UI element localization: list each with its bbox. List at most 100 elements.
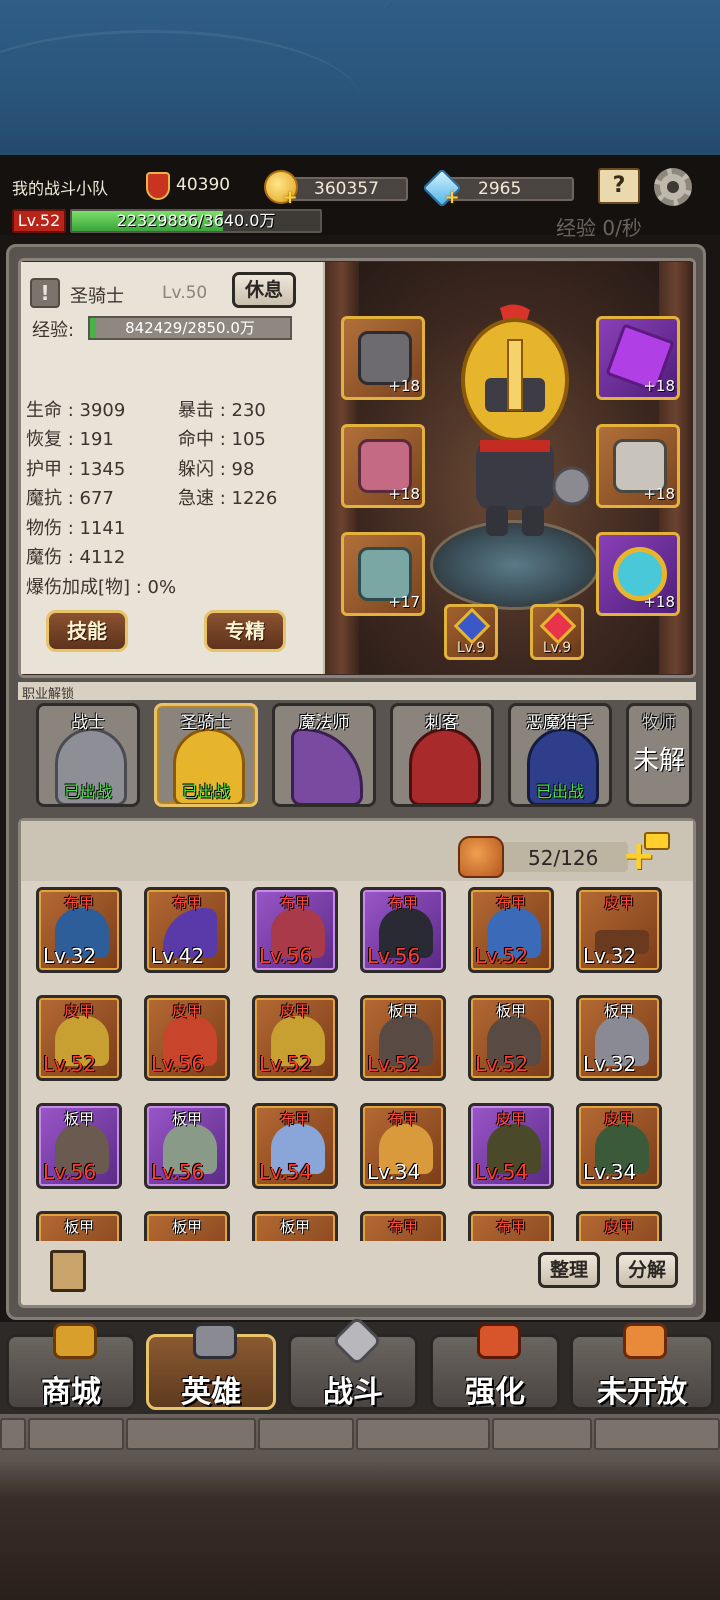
item-level: Lv.56 xyxy=(43,1160,97,1184)
class-name: 魔法师 xyxy=(298,713,350,733)
inventory-item[interactable]: 皮甲 Lv.56 xyxy=(144,995,230,1081)
item-level: Lv.56 xyxy=(151,1160,205,1184)
inventory-item[interactable]: 板甲 xyxy=(144,1211,230,1241)
card-book-icon[interactable] xyxy=(50,1250,86,1292)
talisman-slot[interactable]: +18 xyxy=(596,316,680,400)
item-type: 板甲 xyxy=(495,1002,526,1020)
rest-button[interactable]: 休息 xyxy=(232,272,296,308)
nav-battle-button[interactable]: 战斗 xyxy=(288,1315,418,1410)
add-gold-icon[interactable]: + xyxy=(282,189,298,207)
inventory-item[interactable]: 板甲 Lv.56 xyxy=(36,1103,122,1189)
nav-label: 强化 xyxy=(465,1375,525,1410)
item-type: 皮甲 xyxy=(279,1002,310,1020)
class-card-paladin[interactable]: 圣骑士 已出战 xyxy=(154,703,258,807)
nav-label: 战斗 xyxy=(323,1375,383,1410)
hero-exp-text: 842429/2850.0万 xyxy=(125,319,255,337)
hero-exp-bar: 842429/2850.0万 xyxy=(88,316,292,340)
stat-haste: 急速 : 1226 xyxy=(178,488,278,509)
inventory-item[interactable]: 板甲 Lv.52 xyxy=(360,995,446,1081)
inventory-item[interactable]: 皮甲 Lv.34 xyxy=(576,1103,662,1189)
nav-upgrade-button[interactable]: 强化 xyxy=(430,1323,560,1410)
item-level: Lv.52 xyxy=(475,944,529,968)
stat-crit-damage: 爆伤加成[物] : 0% xyxy=(26,577,177,598)
gem-value: 2965 xyxy=(478,179,522,199)
inventory-item[interactable]: 皮甲 xyxy=(576,1211,662,1241)
class-card-demon-hunter[interactable]: 恶魔猎手 已出战 xyxy=(508,703,612,807)
item-type: 布甲 xyxy=(279,1110,310,1128)
inventory-item[interactable]: 板甲 xyxy=(36,1211,122,1241)
hero-exp-label: 经验: xyxy=(32,320,75,341)
nav-locked-button[interactable]: 未开放 xyxy=(570,1323,714,1410)
inventory-item[interactable]: 皮甲 Lv.54 xyxy=(468,1103,554,1189)
inventory-item[interactable]: 布甲 xyxy=(468,1211,554,1241)
gear-icon[interactable] xyxy=(654,168,692,206)
skill-button[interactable]: 技能 xyxy=(46,610,128,652)
stat-regen: 恢复 : 191 xyxy=(26,429,114,450)
gem-slot-1[interactable]: Lv.9 xyxy=(444,604,498,660)
inventory-item[interactable]: 皮甲 Lv.32 xyxy=(576,887,662,973)
gem-slot-2[interactable]: Lv.9 xyxy=(530,604,584,660)
inventory-item[interactable]: 布甲 Lv.56 xyxy=(252,887,338,973)
brick-decoration xyxy=(0,1418,26,1450)
help-book-icon[interactable]: ? xyxy=(598,168,640,204)
class-locked-text: 未解 xyxy=(632,746,685,776)
item-type: 布甲 xyxy=(387,1218,418,1236)
class-name: 牧师 xyxy=(642,713,676,733)
inventory-item[interactable]: 布甲 Lv.52 xyxy=(468,887,554,973)
inventory-item[interactable]: 皮甲 Lv.52 xyxy=(36,995,122,1081)
inventory-item[interactable]: 板甲 xyxy=(252,1211,338,1241)
boots-slot[interactable]: +17 xyxy=(341,532,425,616)
inventory-item[interactable]: 布甲 Lv.32 xyxy=(36,887,122,973)
item-level: Lv.32 xyxy=(43,944,97,968)
item-type: 布甲 xyxy=(495,1218,526,1236)
star-enhance: +18 xyxy=(643,377,675,395)
nav-label: 未开放 xyxy=(597,1375,687,1410)
mastery-button[interactable]: 专精 xyxy=(204,610,286,652)
team-name: 我的战斗小队 xyxy=(12,179,109,198)
item-type: 布甲 xyxy=(279,894,310,912)
nav-shop-button[interactable]: 商城 xyxy=(6,1323,136,1410)
inventory-item[interactable]: 皮甲 Lv.52 xyxy=(252,995,338,1081)
class-card-assassin[interactable]: 刺客 xyxy=(390,703,494,807)
helmet-enhance: +18 xyxy=(388,377,420,395)
gold-value: 360357 xyxy=(314,179,379,199)
player-exp-text: 22329886/3640.0万 xyxy=(116,211,276,230)
helmet-slot[interactable]: +18 xyxy=(341,316,425,400)
inventory-item[interactable]: 布甲 Lv.34 xyxy=(360,1103,446,1189)
add-gem-icon[interactable]: + xyxy=(444,189,460,207)
item-type: 皮甲 xyxy=(603,1218,634,1236)
item-level: Lv.52 xyxy=(367,1052,421,1076)
treasure-chest-icon xyxy=(53,1323,97,1359)
inventory-item[interactable]: 板甲 Lv.56 xyxy=(144,1103,230,1189)
gloves-slot[interactable]: +18 xyxy=(596,424,680,508)
inventory-item[interactable]: 布甲 xyxy=(360,1211,446,1241)
item-level: Lv.32 xyxy=(583,1052,637,1076)
inventory-item[interactable]: 板甲 Lv.32 xyxy=(576,995,662,1081)
stat-magic-damage: 魔伤 : 4112 xyxy=(26,547,126,568)
item-type: 板甲 xyxy=(171,1110,202,1128)
video-ad-icon[interactable] xyxy=(644,832,670,850)
item-type: 板甲 xyxy=(603,1002,634,1020)
armor-slot[interactable]: +18 xyxy=(341,424,425,508)
decompose-button[interactable]: 分解 xyxy=(616,1252,678,1288)
inventory-item[interactable]: 布甲 Lv.56 xyxy=(360,887,446,973)
inventory-item[interactable]: 布甲 Lv.54 xyxy=(252,1103,338,1189)
alert-icon[interactable]: ! xyxy=(30,278,60,308)
inventory-item[interactable]: 板甲 Lv.52 xyxy=(468,995,554,1081)
item-level: Lv.56 xyxy=(259,944,313,968)
item-level: Lv.34 xyxy=(583,1160,637,1184)
class-card-warrior[interactable]: 战士 已出战 xyxy=(36,703,140,807)
item-level: Lv.56 xyxy=(367,944,421,968)
class-card-mage[interactable]: 魔法师 xyxy=(272,703,376,807)
nav-hero-button[interactable]: 英雄 xyxy=(146,1323,276,1410)
gem2-level: Lv.9 xyxy=(542,640,572,656)
item-level: Lv.34 xyxy=(367,1160,421,1184)
inventory-item[interactable]: 布甲 Lv.42 xyxy=(144,887,230,973)
item-type: 板甲 xyxy=(279,1218,310,1236)
inventory-grid[interactable]: 布甲 Lv.32 布甲 Lv.42 布甲 Lv.56 布甲 Lv.56 布甲 L… xyxy=(21,881,693,1241)
class-name: 恶魔猎手 xyxy=(526,713,594,733)
sort-button[interactable]: 整理 xyxy=(538,1252,600,1288)
class-card-priest[interactable]: 牧师 未解 xyxy=(626,703,692,807)
brick-decoration xyxy=(28,1418,124,1450)
ring-slot[interactable]: +18 xyxy=(596,532,680,616)
